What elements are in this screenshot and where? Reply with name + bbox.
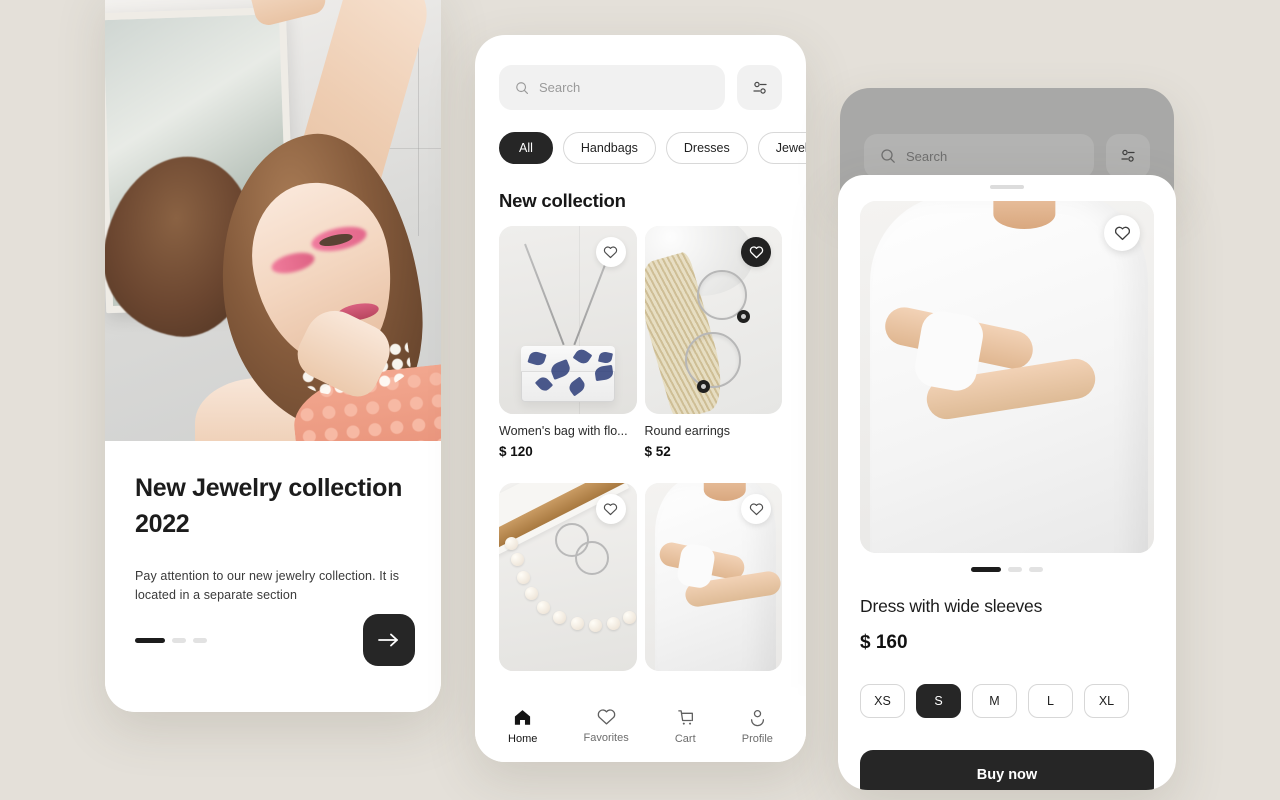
product-card[interactable]: Round earrings $ 52 [644, 226, 782, 469]
catalog-screen: All Handbags Dresses Jewellery New colle… [475, 35, 806, 762]
size-option-xs[interactable]: XS [860, 684, 905, 718]
pagination-dot[interactable] [1008, 567, 1022, 572]
product-thumbnail[interactable] [644, 482, 782, 671]
favorite-button[interactable] [595, 493, 626, 524]
tab-cart[interactable]: Cart [675, 708, 696, 745]
category-chips: All Handbags Dresses Jewellery [475, 132, 806, 164]
product-card[interactable] [644, 482, 782, 697]
dimmed-search-input: Search [864, 134, 1094, 178]
dimmed-search-placeholder: Search [906, 148, 948, 164]
filter-button[interactable] [737, 65, 782, 110]
heart-icon [603, 246, 618, 259]
product-thumbnail[interactable] [499, 226, 637, 414]
size-selector: XS S M L XL [860, 684, 1154, 718]
pagination-dot[interactable] [135, 637, 165, 643]
pagination-dot[interactable] [193, 637, 207, 643]
product-detail-name: Dress with wide sleeves [860, 596, 1043, 616]
chip-handbags[interactable]: Handbags [562, 132, 656, 164]
favorite-button[interactable] [741, 493, 771, 524]
product-name: Women's bag with flo... [499, 424, 628, 438]
cart-icon [677, 709, 693, 725]
product-name: Round earrings [644, 424, 730, 438]
catalog-header [475, 35, 806, 110]
product-grid: Women's bag with flo... $ 120 Round earr… [475, 226, 806, 696]
onboarding-pagination[interactable] [135, 637, 207, 643]
tab-label: Profile [741, 732, 773, 745]
arrow-right-icon [378, 633, 398, 647]
sheet-drag-handle[interactable] [990, 185, 1024, 189]
sliders-filter-icon [752, 81, 767, 94]
chip-jewellery[interactable]: Jewellery [757, 132, 806, 164]
heart-icon [603, 502, 618, 515]
onboarding-footer [135, 614, 415, 666]
heart-icon [597, 709, 615, 725]
size-option-xl[interactable]: XL [1084, 684, 1129, 718]
onboarding-description: Pay attention to our new jewelry collect… [135, 569, 400, 602]
onboarding-screen: New Jewelry collection 2022 Pay attentio… [105, 0, 441, 712]
bottom-navigation: Home Favorites Cart Profile [475, 696, 806, 762]
heart-icon [749, 502, 763, 515]
search-input[interactable] [539, 80, 709, 95]
size-option-s[interactable]: S [916, 684, 961, 718]
product-thumbnail[interactable] [499, 482, 637, 671]
section-title: New collection [499, 190, 626, 211]
product-price: $ 120 [499, 444, 533, 459]
pagination-dot[interactable] [172, 637, 186, 643]
onboarding-hero-image [105, 0, 441, 441]
search-row [499, 65, 782, 110]
chip-dresses[interactable]: Dresses [665, 132, 748, 164]
tab-label: Cart [674, 732, 696, 745]
heart-icon [749, 246, 763, 259]
product-card[interactable]: Women's bag with flo... $ 120 [499, 226, 637, 469]
search-icon [516, 81, 529, 94]
size-option-l[interactable]: L [1028, 684, 1073, 718]
mockup-stage: New Jewelry collection 2022 Pay attentio… [0, 0, 1280, 800]
dimmed-search-row: Search [840, 88, 1174, 178]
product-price: $ 52 [644, 444, 671, 459]
favorite-button[interactable] [595, 237, 626, 267]
tab-label: Favorites [583, 732, 629, 744]
size-option-m[interactable]: M [972, 684, 1017, 718]
onboarding-text-panel: New Jewelry collection 2022 Pay attentio… [105, 441, 441, 712]
product-detail-price: $ 160 [860, 632, 908, 653]
product-detail-image[interactable] [860, 201, 1154, 553]
favorite-button[interactable] [1104, 215, 1140, 251]
search-input-wrapper[interactable] [499, 65, 725, 110]
gallery-pagination[interactable] [860, 567, 1154, 572]
tab-home[interactable]: Home [508, 708, 537, 745]
person-icon [750, 709, 764, 726]
favorite-button[interactable] [741, 237, 771, 267]
home-icon [515, 709, 531, 725]
buy-now-button[interactable]: Buy now [860, 750, 1154, 790]
pagination-dot[interactable] [971, 567, 1001, 572]
product-thumbnail[interactable] [644, 226, 782, 414]
product-detail-sheet: Dress with wide sleeves $ 160 XS S M L X… [838, 175, 1176, 790]
tab-label: Home [508, 732, 538, 745]
onboarding-title: New Jewelry collection 2022 [135, 474, 403, 538]
dimmed-filter-button [1106, 134, 1150, 178]
pagination-dot[interactable] [1029, 567, 1043, 572]
search-icon [881, 149, 895, 163]
tab-favorites[interactable]: Favorites [584, 708, 629, 744]
sliders-filter-icon [1121, 149, 1135, 162]
product-card[interactable] [499, 482, 637, 697]
next-button[interactable] [363, 614, 415, 666]
chip-all[interactable]: All [499, 132, 553, 164]
tab-profile[interactable]: Profile [742, 708, 773, 745]
heart-icon [1114, 226, 1130, 241]
